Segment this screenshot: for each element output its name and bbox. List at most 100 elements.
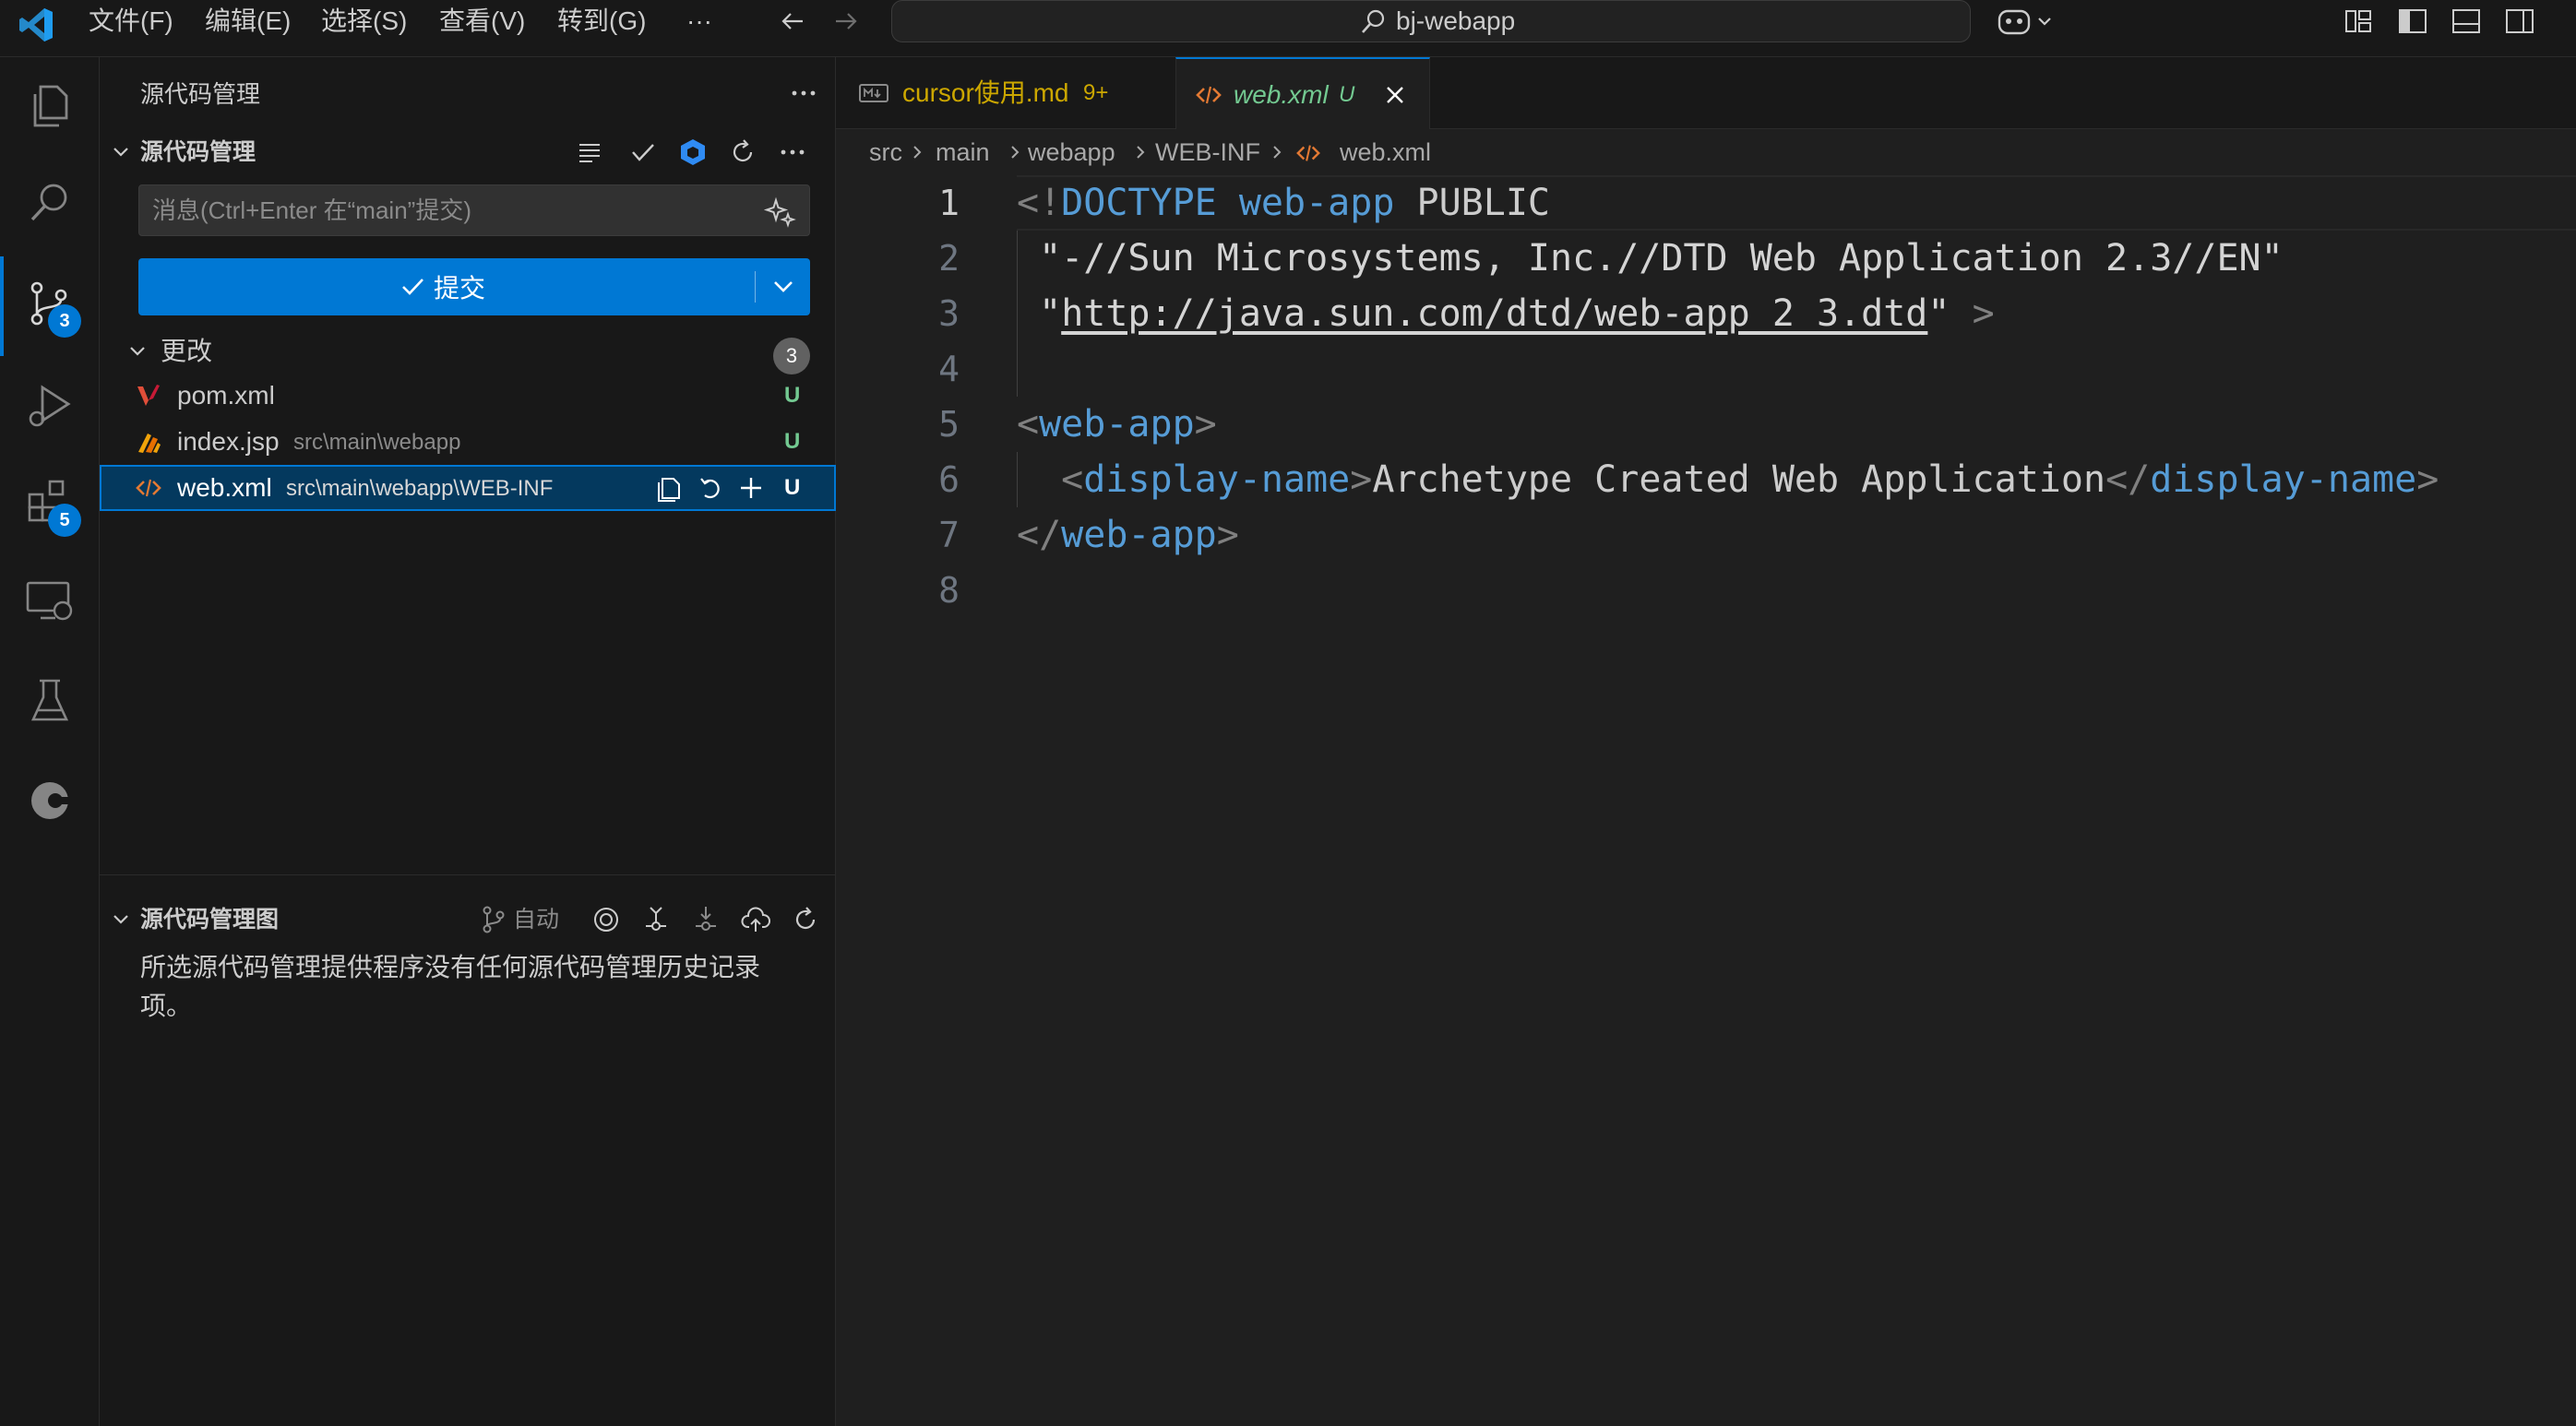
system-id-link[interactable]: http://java.sun.com/dtd/web-app_2_3.dtd	[1061, 292, 1927, 335]
copilot-icon[interactable]	[1997, 6, 2061, 37]
commit-button-divider	[755, 271, 756, 303]
tab-label: cursor使用.md	[902, 78, 1069, 107]
toggle-primary-sidebar-icon[interactable]	[2397, 6, 2428, 37]
xml-file-icon	[1195, 81, 1222, 109]
scm-graph-title: 源代码管理图	[140, 907, 280, 933]
breadcrumb-item[interactable]: webapp	[1028, 129, 1115, 175]
line-number: 4	[938, 349, 960, 389]
search-view-icon[interactable]	[22, 175, 78, 231]
view-as-tree-icon[interactable]	[574, 137, 605, 168]
graph-refresh-icon[interactable]	[790, 904, 821, 935]
toggle-secondary-sidebar-icon[interactable]	[2504, 6, 2535, 37]
breadcrumb-item[interactable]: WEB-INF	[1155, 129, 1260, 175]
chevron-right-icon	[1131, 143, 1150, 161]
root-close-tag: web-app	[1061, 514, 1217, 556]
testing-flask-icon[interactable]	[22, 673, 78, 729]
changed-file-row[interactable]: pom.xml U	[100, 373, 836, 419]
menu-selection[interactable]: 选择(S)	[321, 0, 407, 42]
markdown-file-icon	[858, 79, 889, 107]
line-number: 3	[938, 293, 960, 334]
run-debug-icon[interactable]	[22, 378, 78, 434]
graph-auto-label[interactable]: 自动	[513, 898, 559, 941]
tab-web-xml[interactable]: web.xml U	[1175, 57, 1430, 129]
back-arrow-icon[interactable]	[777, 6, 808, 37]
target-icon[interactable]	[590, 904, 622, 935]
branch-icon[interactable]	[478, 904, 509, 935]
scm-graph-section-header[interactable]: 源代码管理图 自动	[100, 898, 836, 941]
cloud-upload-icon[interactable]	[740, 904, 771, 935]
active-view-indicator	[0, 256, 4, 356]
extensions-badge: 5	[48, 504, 81, 537]
command-center-search[interactable]: bj-webapp	[891, 0, 1971, 42]
toggle-panel-icon[interactable]	[2451, 6, 2482, 37]
changed-file-row-selected[interactable]: web.xml src\main\webapp\WEB-INF U	[100, 465, 836, 511]
root-open-tag: web-app	[1039, 403, 1195, 446]
menu-more[interactable]: ···	[686, 0, 712, 42]
check-icon	[399, 273, 426, 301]
changes-count-badge: 3	[773, 338, 810, 374]
fetch-icon[interactable]	[640, 904, 672, 935]
source-control-badge: 3	[48, 304, 81, 338]
code-line: <!DOCTYPE web-app PUBLIC	[1017, 182, 1551, 224]
scm-section-header[interactable]: 源代码管理	[100, 131, 836, 173]
close-icon[interactable]	[1381, 81, 1409, 109]
explorer-icon[interactable]	[22, 77, 78, 133]
file-path: src\main\webapp\WEB-INF	[286, 476, 554, 501]
chevron-right-icon	[1268, 143, 1286, 161]
scm-graph-empty-message: 所选源代码管理提供程序没有任何源代码管理历史记录项。	[140, 953, 761, 1020]
commit-dropdown-button[interactable]	[757, 258, 810, 315]
public-keyword: PUBLIC	[1416, 182, 1551, 224]
refresh-icon[interactable]	[727, 137, 758, 168]
tab-problems-badge: 9+	[1083, 80, 1109, 105]
forward-arrow-icon[interactable]	[830, 6, 862, 37]
menu-file[interactable]: 文件(F)	[89, 0, 173, 42]
file-status-untracked: U	[784, 429, 801, 454]
menu-edit[interactable]: 编辑(E)	[205, 0, 291, 42]
code-editor[interactable]: 1 2 3 4 5 6 7 8 <!DOCTYPE web-app PUBLIC…	[836, 175, 2576, 1426]
cube-extension-icon[interactable]	[677, 137, 709, 168]
commit-message-input[interactable]	[139, 185, 748, 235]
breadcrumb-item[interactable]: web.xml	[1340, 129, 1431, 175]
doctype-root: web-app	[1238, 182, 1395, 224]
discard-changes-icon[interactable]	[696, 473, 725, 503]
commit-message-field	[138, 184, 810, 236]
sidebar-more-icon[interactable]	[788, 77, 819, 109]
file-name: pom.xml	[177, 381, 275, 410]
tab-label: web.xml	[1234, 80, 1329, 109]
doctype-keyword: DOCTYPE	[1061, 182, 1217, 224]
commit-button-group: 提交	[138, 258, 810, 315]
changes-group-header[interactable]: 更改 3	[100, 330, 836, 374]
scm-more-icon[interactable]	[777, 137, 808, 168]
customize-layout-icon[interactable]	[2343, 6, 2375, 37]
search-icon	[1359, 8, 1387, 36]
code-line: <display-name>Archetype Created Web Appl…	[1061, 458, 2439, 501]
sidebar-title: 源代码管理	[140, 80, 261, 108]
section-divider	[100, 874, 836, 875]
menu-view[interactable]: 查看(V)	[439, 0, 525, 42]
remote-explorer-icon[interactable]	[22, 574, 78, 629]
generate-commit-sparkle-icon[interactable]	[763, 195, 796, 228]
chevron-down-icon	[125, 339, 149, 363]
chevron-right-icon	[1006, 143, 1024, 161]
menu-go[interactable]: 转到(G)	[557, 0, 646, 42]
scm-section-title: 源代码管理	[140, 139, 256, 165]
changed-file-row[interactable]: index.jsp src\main\webapp U	[100, 419, 836, 465]
commit-button[interactable]: 提交	[138, 258, 755, 315]
line-number: 6	[938, 459, 960, 500]
child-close-tag: display-name	[2150, 458, 2417, 501]
breadcrumb-item[interactable]: src	[869, 129, 902, 175]
breadcrumb-item[interactable]: main	[936, 129, 990, 175]
tab-cursor-md[interactable]: cursor使用.md 9+	[836, 57, 1175, 129]
open-file-icon[interactable]	[655, 473, 685, 503]
source-control-sidebar: 源代码管理 源代码管理 消息(Ctrl+Enter 在“main”提交) 提交 …	[100, 57, 836, 1426]
gitlens-icon[interactable]	[22, 773, 78, 828]
code-line: "http://java.sun.com/dtd/web-app_2_3.dtd…	[1039, 292, 1995, 335]
code-line: <web-app>	[1017, 403, 1217, 446]
commit-check-icon[interactable]	[627, 137, 659, 168]
pull-icon[interactable]	[690, 904, 722, 935]
stage-changes-icon[interactable]	[736, 473, 766, 503]
chevron-right-icon	[908, 143, 926, 161]
line-number: 1	[938, 183, 960, 223]
display-name-text: Archetype Created Web Application	[1372, 458, 2106, 501]
maven-file-icon	[135, 382, 162, 410]
